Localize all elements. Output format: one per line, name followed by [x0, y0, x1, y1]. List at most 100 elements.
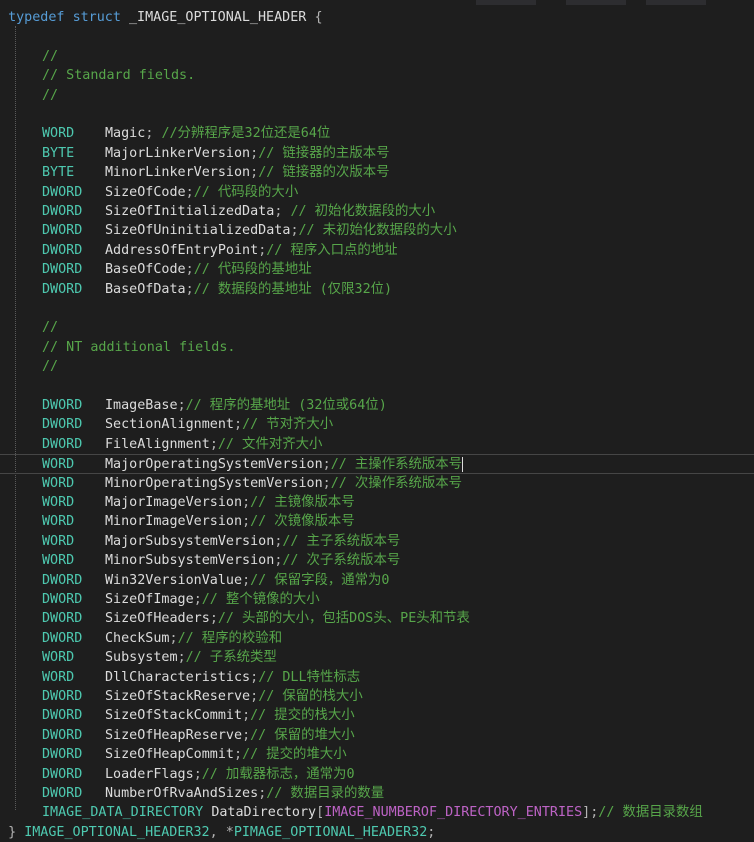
code-line-comment[interactable]: // NT additional fields.	[0, 338, 754, 357]
code-line-field[interactable]: WORD MajorSubsystemVersion;// 主子系统版本号	[0, 532, 754, 551]
code-line-blank[interactable]	[0, 105, 754, 124]
field-separator: ;	[177, 398, 186, 413]
code-line-field[interactable]: BYTE MinorLinkerVersion;// 链接器的次版本号	[0, 163, 754, 182]
code-line-comment[interactable]: // Standard fields.	[0, 66, 754, 85]
code-line-field[interactable]: DWORD SizeOfImage;// 整个镜像的大小	[0, 590, 754, 609]
field-separator: ;	[209, 611, 218, 627]
field-name: SizeOfCode	[105, 184, 186, 200]
struct-name: _IMAGE_OPTIONAL_HEADER	[129, 10, 307, 25]
code-line-blank[interactable]	[0, 299, 754, 318]
code-line-comment[interactable]: //	[0, 47, 754, 66]
code-line-field[interactable]: BYTE MajorLinkerVersion;// 链接器的主版本号	[0, 144, 754, 163]
code-line-field[interactable]: WORD MinorOperatingSystemVersion;// 次操作系统…	[0, 474, 754, 493]
code-line-field[interactable]: DWORD SectionAlignment;// 节对齐大小	[0, 415, 754, 434]
comment-text: // NT additional fields.	[42, 339, 236, 355]
code-line-blank[interactable]	[0, 377, 754, 396]
field-comment: // 次操作系统版本号	[330, 475, 463, 491]
code-line-field[interactable]: DWORD CheckSum;// 程序的校验和	[0, 629, 754, 648]
field-type: DWORD	[42, 708, 83, 724]
field-type: DWORD	[42, 630, 83, 646]
field-name: SizeOfUninitializedData	[105, 223, 291, 239]
field-name: MinorLinkerVersion	[105, 165, 251, 181]
code-line-field[interactable]: WORD Magic; //分辨程序是32位还是64位	[0, 124, 754, 143]
field-comment: // 数据目录数组	[598, 805, 703, 821]
code-line-field[interactable]: DWORD AddressOfEntryPoint;// 程序入口点的地址	[0, 241, 754, 260]
field-name: SizeOfStackReserve	[105, 689, 251, 704]
keyword-struct: struct	[72, 10, 121, 25]
comment-text: //	[42, 87, 59, 103]
field-comment: // 初始化数据段的大小	[290, 204, 436, 219]
field-comment: // 子系统类型	[185, 650, 277, 666]
field-name: MinorOperatingSystemVersion	[105, 475, 323, 491]
field-separator: ;	[145, 126, 162, 142]
field-name: CheckSum	[105, 630, 170, 646]
code-line-field[interactable]: WORD MajorOperatingSystemVersion;// 主操作系统…	[0, 454, 754, 474]
field-type: DWORD	[42, 204, 83, 219]
code-line-field[interactable]: WORD DllCharacteristics;// DLL特性标志	[0, 668, 754, 687]
code-line-blank[interactable]	[0, 27, 754, 46]
field-comment: // 程序入口点的地址	[266, 242, 398, 258]
macro-name: IMAGE_NUMBEROF_DIRECTORY_ENTRIES	[324, 805, 583, 821]
field-name: NumberOfRvaAndSizes	[105, 786, 259, 801]
code-line-field[interactable]: WORD Subsystem;// 子系统类型	[0, 648, 754, 667]
field-type: WORD	[42, 475, 75, 491]
code-line-field[interactable]: DWORD Win32VersionValue;// 保留字段，通常为0	[0, 571, 754, 590]
field-name: LoaderFlags	[105, 766, 194, 782]
field-separator: ;	[185, 184, 194, 200]
comment-text: //	[42, 48, 59, 64]
typedef-pointer-name: PIMAGE_OPTIONAL_HEADER32	[233, 824, 428, 840]
field-separator: ;	[250, 145, 259, 161]
field-type: DWORD	[42, 242, 83, 258]
code-line-data-directory[interactable]: IMAGE_DATA_DIRECTORY DataDirectory[IMAGE…	[0, 803, 754, 822]
code-line-field[interactable]: DWORD NumberOfRvaAndSizes;// 数据目录的数量	[0, 784, 754, 803]
code-line-field[interactable]: DWORD SizeOfStackCommit;// 提交的栈大小	[0, 706, 754, 725]
field-separator: ;	[242, 495, 251, 510]
comment-text: // Standard fields.	[42, 68, 196, 84]
code-line-field[interactable]: WORD MajorImageVersion;// 主镜像版本号	[0, 493, 754, 512]
code-line-comment[interactable]: //	[0, 86, 754, 105]
field-separator: ;	[234, 417, 243, 433]
code-line-field[interactable]: DWORD SizeOfHeapCommit;// 提交的堆大小	[0, 745, 754, 764]
field-name: MinorImageVersion	[105, 514, 243, 530]
field-name: Subsystem	[105, 650, 178, 666]
code-editor[interactable]: typedef struct _IMAGE_OPTIONAL_HEADER { /…	[0, 0, 754, 840]
code-line-field[interactable]: DWORD SizeOfStackReserve;// 保留的栈大小	[0, 687, 754, 706]
code-line-field[interactable]: DWORD LoaderFlags;// 加载器标志，通常为0	[0, 765, 754, 784]
code-line-field[interactable]: WORD MinorImageVersion;// 次镜像版本号	[0, 512, 754, 531]
field-type: DWORD	[42, 611, 83, 627]
code-line-field[interactable]: WORD MinorSubsystemVersion;// 次子系统版本号	[0, 551, 754, 570]
field-separator: ;	[250, 165, 259, 181]
field-comment: // 代码段的大小	[193, 184, 299, 200]
code-line-typedef[interactable]: typedef struct _IMAGE_OPTIONAL_HEADER {	[0, 8, 754, 27]
code-line-comment[interactable]: //	[0, 318, 754, 337]
code-line-field[interactable]: DWORD SizeOfInitializedData; // 初始化数据段的大小	[0, 202, 754, 221]
code-line-field[interactable]: DWORD ImageBase;// 程序的基地址 (32位或64位)	[0, 396, 754, 415]
field-comment: // 数据段的基地址 (仅限32位)	[193, 281, 393, 297]
field-name: MajorSubsystemVersion	[105, 533, 275, 549]
code-line-field[interactable]: DWORD SizeOfHeaders;// 头部的大小，包括DOS头、PE头和节…	[0, 609, 754, 628]
field-separator: ;	[177, 650, 186, 666]
field-comment: // 链接器的主版本号	[258, 145, 390, 161]
code-line-field[interactable]: DWORD SizeOfUninitializedData;// 未初始化数据段的…	[0, 221, 754, 240]
code-line-field[interactable]: DWORD FileAlignment;// 文件对齐大小	[0, 435, 754, 454]
field-comment: // 数据目录的数量	[266, 786, 385, 801]
code-line-field[interactable]: DWORD SizeOfCode;// 代码段的大小	[0, 183, 754, 202]
field-type: IMAGE_DATA_DIRECTORY	[42, 805, 204, 821]
code-line-comment[interactable]: //	[0, 357, 754, 376]
code-line-field[interactable]: DWORD BaseOfData;// 数据段的基地址 (仅限32位)	[0, 280, 754, 299]
code-line-field[interactable]: DWORD SizeOfHeapReserve;// 保留的堆大小	[0, 726, 754, 745]
code-line-footer[interactable]: } IMAGE_OPTIONAL_HEADER32, *PIMAGE_OPTIO…	[0, 823, 754, 842]
code-line-field[interactable]: DWORD BaseOfCode;// 代码段的基地址	[0, 260, 754, 279]
field-name: MajorImageVersion	[105, 495, 243, 510]
field-type: WORD	[42, 126, 75, 142]
field-name: DataDirectory	[211, 805, 317, 821]
field-type: WORD	[42, 669, 75, 685]
field-separator: ;	[250, 669, 259, 685]
text-cursor	[462, 456, 464, 472]
field-name: BaseOfData	[105, 281, 186, 297]
field-type: DWORD	[42, 223, 83, 239]
field-comment: // 提交的栈大小	[250, 708, 355, 724]
field-name: DllCharacteristics	[105, 669, 251, 685]
